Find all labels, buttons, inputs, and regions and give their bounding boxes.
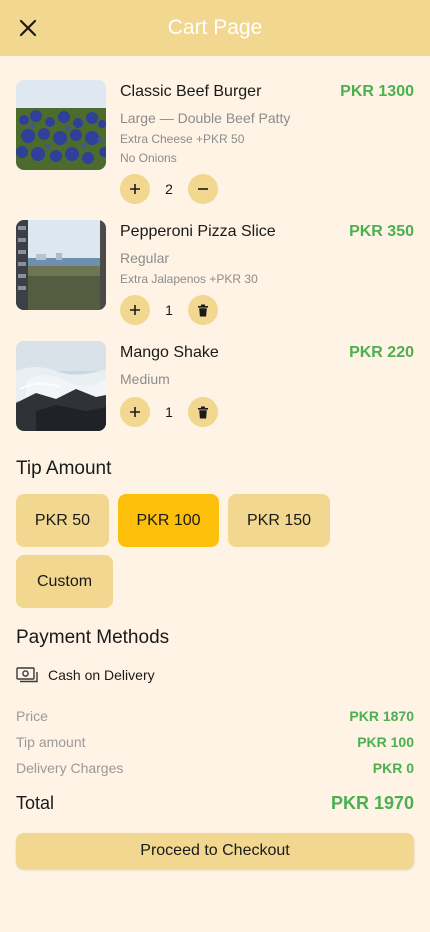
increment-button[interactable] [120, 397, 150, 427]
app-bar: Cart Page [0, 0, 430, 56]
cart-item: Pepperoni Pizza Slice PKR 350 Regular Ex… [16, 220, 414, 325]
summary-tip-row: Tip amount PKR 100 [16, 734, 414, 750]
tip-option[interactable]: PKR 150 [228, 494, 330, 547]
decrement-button[interactable] [188, 174, 218, 204]
plus-icon [130, 184, 140, 194]
item-addon: Extra Cheese +PKR 50 [120, 132, 245, 146]
tip-amount-value: PKR 100 [357, 734, 414, 750]
increment-button[interactable] [120, 295, 150, 325]
quantity-stepper: 1 [120, 295, 218, 325]
cart-item: Classic Beef Burger PKR 1300 Large — Dou… [16, 80, 414, 204]
tip-amount-label: Tip amount [16, 734, 86, 750]
quantity-value: 1 [165, 302, 173, 318]
checkout-button[interactable]: Proceed to Checkout [16, 833, 414, 869]
item-variant: Medium [120, 371, 170, 387]
payment-section-title: Payment Methods [16, 627, 170, 648]
total-value: PKR 1970 [330, 793, 414, 813]
remove-item-button[interactable] [188, 397, 218, 427]
quantity-value: 2 [165, 181, 173, 197]
tip-option[interactable]: PKR 50 [16, 494, 109, 547]
remove-item-button[interactable] [188, 295, 218, 325]
minus-icon [198, 188, 208, 190]
price-label: Price [16, 708, 48, 724]
quantity-stepper: 1 [120, 397, 218, 427]
tip-option-selected[interactable]: PKR 100 [118, 494, 219, 547]
item-variant: Large — Double Beef Patty [120, 110, 291, 126]
summary-price-row: Price PKR 1870 [16, 708, 414, 724]
page-title: Cart Page [167, 16, 263, 39]
price-value: PKR 1870 [349, 708, 414, 724]
quantity-stepper: 2 [120, 174, 218, 204]
item-price: PKR 350 [349, 223, 414, 240]
item-price: PKR 220 [349, 344, 414, 361]
total-label: Total [16, 793, 55, 813]
item-image [16, 80, 106, 170]
item-image [16, 341, 106, 431]
item-image [16, 220, 106, 310]
trash-icon [198, 304, 208, 316]
quantity-value: 1 [165, 404, 173, 420]
item-addon: Extra Jalapenos +PKR 30 [120, 272, 258, 286]
delivery-charges-label: Delivery Charges [16, 760, 124, 776]
summary-delivery-row: Delivery Charges PKR 0 [16, 760, 414, 776]
payment-method-option[interactable]: Cash on Delivery [16, 664, 155, 686]
plus-icon [130, 305, 140, 315]
item-name: Mango Shake [120, 344, 219, 361]
tip-section-title: Tip Amount [16, 458, 112, 479]
cash-icon [16, 667, 38, 683]
close-icon[interactable] [16, 16, 40, 40]
item-addon: No Onions [120, 151, 177, 165]
item-variant: Regular [120, 250, 170, 266]
increment-button[interactable] [120, 174, 150, 204]
cart-item: Mango Shake PKR 220 Medium 1 [16, 341, 414, 431]
item-name: Classic Beef Burger [120, 83, 262, 100]
trash-icon [198, 406, 208, 418]
plus-icon [130, 407, 140, 417]
item-name: Pepperoni Pizza Slice [120, 223, 276, 240]
payment-method-label: Cash on Delivery [48, 667, 155, 683]
summary-total-row: Total PKR 1970 [16, 793, 414, 814]
tip-option-custom[interactable]: Custom [16, 555, 113, 608]
delivery-charges-value: PKR 0 [372, 760, 414, 776]
item-price: PKR 1300 [340, 83, 414, 100]
